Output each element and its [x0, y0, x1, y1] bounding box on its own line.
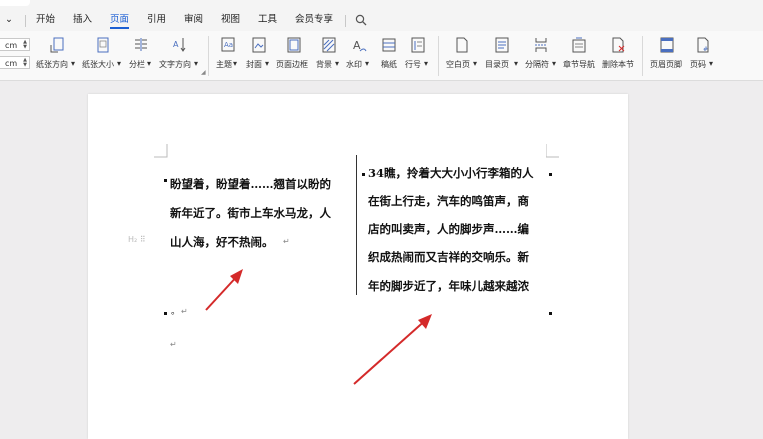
annotation-arrows [205, 269, 432, 385]
annotation-arrow [353, 317, 429, 385]
arrow-head [418, 314, 432, 329]
